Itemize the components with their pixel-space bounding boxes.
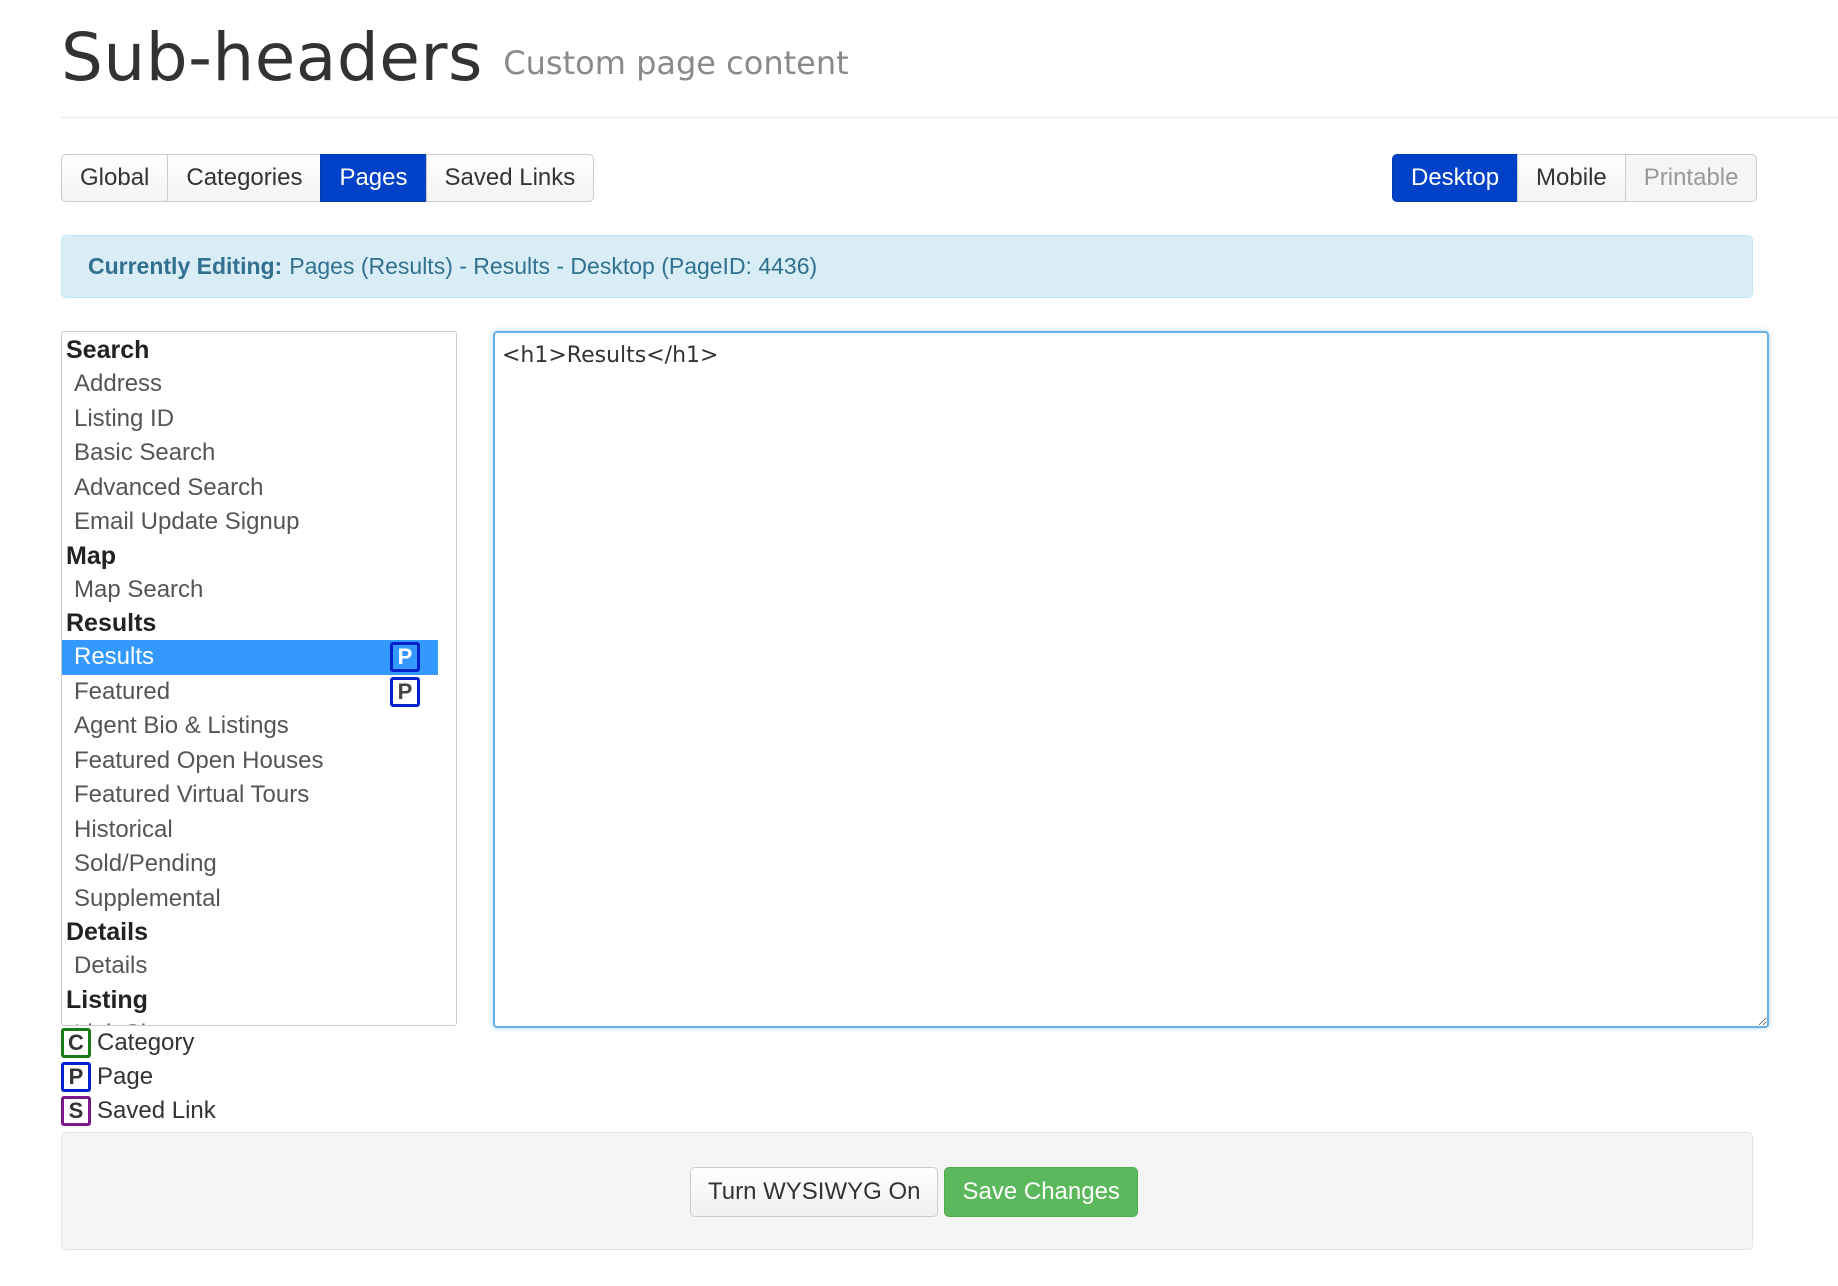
list-group-header: Details [66,918,148,946]
list-item[interactable]: Featured Virtual Tours [62,778,438,813]
list-item-label: Sold/Pending [74,850,217,877]
list-item-label: Featured [74,677,171,705]
tab-categories[interactable]: Categories [167,154,322,202]
footer-actions: Turn WYSIWYG On Save Changes [61,1132,1753,1250]
tab-desktop[interactable]: Desktop [1392,154,1519,202]
list-item-label: Featured Virtual Tours [74,781,310,808]
list-item-label: Supplemental [74,884,221,912]
alert-label: Currently Editing: [88,253,283,279]
footer-button-group: Turn WYSIWYG On Save Changes [690,1167,1138,1217]
page-header: Sub-headers Custom page content [61,16,1838,118]
list-item[interactable]: Historical [62,813,438,848]
list-group-header: Search [66,336,150,364]
legend-item: P Page [61,1060,216,1094]
legend-item: C Category [61,1026,216,1060]
page-select-list[interactable]: Search Address Listing ID Basic Search Advan… [61,331,457,1026]
tab-printable[interactable]: Printable [1624,154,1758,202]
list-item[interactable]: Supplemental [62,882,438,917]
legend-badge-icon: S [61,1096,91,1126]
list-item[interactable]: Advanced Search [62,471,438,506]
list-item[interactable]: Details [62,949,438,984]
currently-editing-alert: Currently Editing: Pages (Results) - Res… [61,235,1753,298]
list-group-header: Listing [66,985,148,1014]
list-item-label: Address [74,370,163,397]
list-item[interactable]: Sold/Pending [62,847,438,882]
list-item-label: Details [74,952,148,979]
legend-item: S Saved Link [61,1094,216,1128]
page: Sub-headers Custom page content Global C… [0,0,1838,1286]
list-item-label: Email Update Signup [74,508,300,535]
legend-label: Category [97,1029,195,1056]
tab-mobile[interactable]: Mobile [1517,154,1626,202]
save-changes-button[interactable]: Save Changes [944,1167,1138,1217]
list-item[interactable]: Agent Bio & Listings [62,709,438,744]
list-item-label: Historical [74,815,173,843]
legend-badge-icon: P [61,1062,91,1092]
list-item-label: Results [74,643,155,670]
list-item[interactable]: Map Search [62,573,438,608]
list-item[interactable]: Address [62,367,438,402]
tab-global[interactable]: Global [61,154,169,202]
toggle-wysiwyg-button[interactable]: Turn WYSIWYG On [690,1167,939,1217]
page-subtitle: Custom page content [503,44,849,82]
list-item[interactable]: Featured Open Houses [62,744,438,779]
legend-label: Saved Link [97,1097,216,1124]
device-tab-group: Desktop Mobile Printable [1392,154,1758,202]
page-badge-icon: P [390,642,420,672]
list-item-label: Featured Open Houses [74,746,324,774]
tab-saved-links[interactable]: Saved Links [425,154,595,202]
alert-text: Pages (Results) - Results - Desktop (Pag… [289,253,818,279]
list-group-header: Results [66,609,157,637]
list-item[interactable]: Listing ID [62,402,438,437]
list-item-label: Agent Bio & Listings [74,712,289,739]
list-item[interactable]: Link Showcase [62,1017,438,1026]
content-editor[interactable] [493,331,1769,1028]
list-item[interactable]: Results P [62,640,438,675]
badge-legend: C Category P Page S Saved Link [61,1026,216,1128]
list-item-label: Listing ID [74,404,175,432]
type-tab-group: Global Categories Pages Saved Links [61,154,595,202]
legend-label: Page [97,1063,154,1090]
legend-badge-icon: C [61,1028,91,1058]
list-item-label: Basic Search [74,439,216,466]
page-select-list-inner: Search Address Listing ID Basic Search Advan… [62,332,456,1026]
list-group-header: Map [66,541,116,570]
list-item-label: Map Search [74,575,204,603]
list-item[interactable]: Featured P [62,675,438,710]
tab-pages[interactable]: Pages [320,154,427,202]
list-item[interactable]: Basic Search [62,436,438,471]
page-badge-icon: P [390,676,420,707]
list-item-label: Advanced Search [74,473,264,501]
page-title: Sub-headers [61,19,483,96]
list-item[interactable]: Email Update Signup [62,505,438,540]
